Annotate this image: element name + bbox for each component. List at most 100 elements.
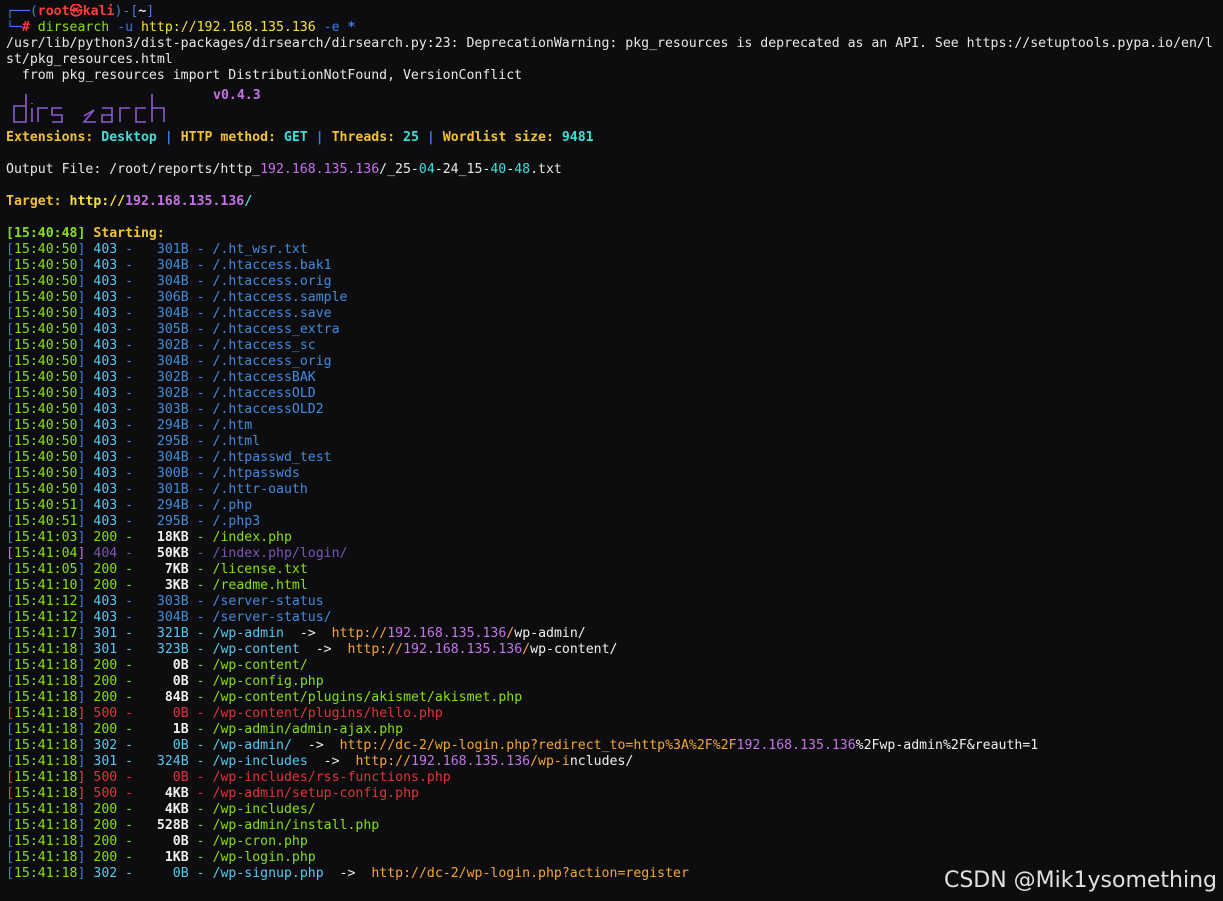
method-value: GET [283, 130, 308, 145]
command-name: dirsearch [37, 20, 110, 35]
status-code: 403 [93, 274, 118, 289]
result-row: [15:41:03] 200 - 18KB - /index.php [6, 530, 1223, 546]
separator: - [188, 306, 213, 321]
request-path: /index.php/login/ [212, 546, 348, 561]
redirect-url[interactable]: http://dc-2/wp-login.php?redirect_to=htt… [340, 738, 1039, 753]
timestamp: [15:41:18] [6, 786, 86, 801]
redirect-arrow: -> [283, 626, 332, 641]
response-size: 18KB [141, 530, 189, 545]
timestamp: [15:40:50] [6, 482, 86, 497]
result-row: [15:41:18] 200 - 1B - /wp-admin/admin-aj… [6, 722, 1223, 738]
separator: - [117, 402, 142, 417]
timestamp: [15:41:17] [6, 626, 86, 641]
result-row: [15:40:50] 403 - 304B - /.htaccess.save [6, 306, 1223, 322]
timestamp: [15:40:51] [6, 514, 86, 529]
separator: - [117, 818, 142, 833]
response-size: 304B [141, 354, 189, 369]
response-size: 1B [141, 722, 189, 737]
separator: - [117, 418, 142, 433]
result-row: [15:40:50] 403 - 306B - /.htaccess.sampl… [6, 290, 1223, 306]
timestamp: [15:41:18] [6, 770, 86, 785]
timestamp: [15:41:18] [6, 674, 86, 689]
request-path: /.htaccess.save [212, 306, 332, 321]
separator: - [117, 482, 142, 497]
timestamp: [15:40:50] [6, 386, 86, 401]
separator: - [117, 290, 142, 305]
redirect-url[interactable]: http://dc-2/wp-login.php?action=register [371, 866, 689, 881]
separator: - [188, 450, 213, 465]
terminal-window[interactable]: ┌──(root㉿kali)-[~] └─# dirsearch -u http… [0, 0, 1223, 901]
separator: - [188, 770, 213, 785]
response-size: 0B [141, 770, 189, 785]
timestamp: [15:40:50] [6, 322, 86, 337]
response-size: 304B [141, 274, 189, 289]
status-code: 200 [93, 834, 118, 849]
response-size: 0B [141, 658, 189, 673]
timestamp: [15:41:04] [6, 546, 86, 561]
response-size: 304B [141, 258, 189, 273]
separator: - [117, 562, 142, 577]
status-code: 403 [93, 450, 118, 465]
separator: - [188, 370, 213, 385]
request-path: /.htaccessBAK [212, 370, 316, 385]
result-row: [15:41:04] 404 - 50KB - /index.php/login… [6, 546, 1223, 562]
request-path: /.php3 [212, 514, 261, 529]
response-size: 0B [141, 866, 189, 881]
dirsearch-logo: v0.4.3 [6, 84, 1223, 130]
result-row: [15:41:05] 200 - 7KB - /license.txt [6, 562, 1223, 578]
result-row: [15:41:18] 200 - 528B - /wp-admin/instal… [6, 818, 1223, 834]
status-code: 403 [93, 242, 118, 257]
status-code: 403 [93, 482, 118, 497]
status-code: 403 [93, 322, 118, 337]
redirect-url[interactable]: http://192.168.135.136/wp-admin/ [332, 626, 586, 641]
status-code: 403 [93, 514, 118, 529]
timestamp: [15:41:18] [6, 738, 86, 753]
response-size: 4KB [141, 802, 189, 817]
response-size: 305B [141, 322, 189, 337]
result-row: [15:41:17] 301 - 321B - /wp-admin -> htt… [6, 626, 1223, 642]
warning-line-3: from pkg_resources import DistributionNo… [6, 68, 523, 83]
separator: - [117, 674, 142, 689]
status-code: 403 [93, 338, 118, 353]
status-code: 403 [93, 386, 118, 401]
separator: - [117, 338, 142, 353]
separator: - [117, 258, 142, 273]
redirect-url[interactable]: http://192.168.135.136/wp-includes/ [355, 754, 633, 769]
timestamp: [15:41:10] [6, 578, 86, 593]
response-size: 304B [141, 450, 189, 465]
timestamp: [15:40:50] [6, 338, 86, 353]
response-size: 0B [141, 738, 189, 753]
redirect-url[interactable]: http://192.168.135.136/wp-content/ [348, 642, 618, 657]
status-code: 302 [93, 738, 118, 753]
redirect-arrow: -> [323, 866, 372, 881]
request-path: /server-status/ [212, 610, 332, 625]
result-row: [15:41:12] 403 - 303B - /server-status [6, 594, 1223, 610]
request-path: /.htaccess.orig [212, 274, 332, 289]
separator: - [188, 738, 213, 753]
separator: - [117, 354, 142, 369]
response-size: 0B [141, 674, 189, 689]
request-path: /wp-includes/ [212, 802, 316, 817]
request-path: /wp-content/ [212, 658, 308, 673]
timestamp: [15:41:18] [6, 818, 86, 833]
separator: - [117, 306, 142, 321]
timestamp: [15:40:50] [6, 466, 86, 481]
timestamp: [15:41:18] [6, 658, 86, 673]
separator: - [188, 610, 213, 625]
request-path: /.htpasswds [212, 466, 300, 481]
response-size: 303B [141, 402, 189, 417]
response-size: 50KB [141, 546, 189, 561]
result-row: [15:41:18] 200 - 4KB - /wp-includes/ [6, 802, 1223, 818]
response-size: 3KB [141, 578, 189, 593]
request-path: /wp-content/plugins/akismet/akismet.php [212, 690, 523, 705]
warning-line-2: st/pkg_resources.html [6, 52, 173, 67]
status-code: 301 [93, 626, 118, 641]
separator: - [188, 834, 213, 849]
response-size: 0B [141, 834, 189, 849]
timestamp: [15:41:18] [6, 690, 86, 705]
status-code: 200 [93, 658, 118, 673]
prompt-line-2: └─# dirsearch -u http://192.168.135.136 … [6, 20, 356, 35]
result-row: [15:41:18] 200 - 84B - /wp-content/plugi… [6, 690, 1223, 706]
status-code: 403 [93, 594, 118, 609]
